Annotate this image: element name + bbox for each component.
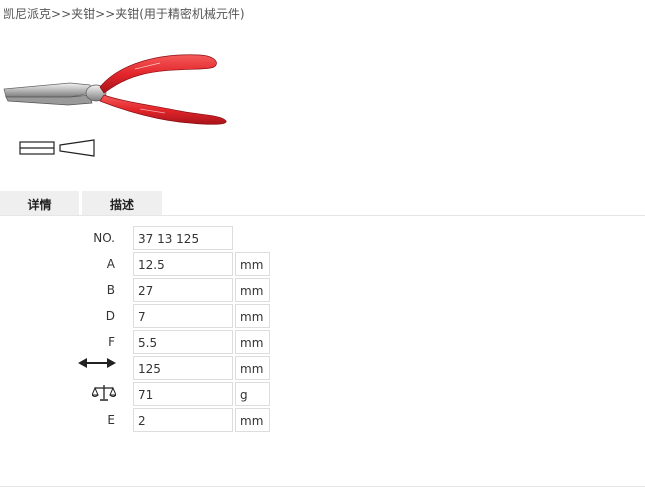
length-arrow-icon — [78, 358, 116, 368]
spec-value-f: 5.5 — [133, 330, 233, 354]
spec-label-f: F — [108, 335, 115, 349]
spec-value-e: 2 — [133, 408, 233, 432]
tab-details[interactable]: 详情 — [0, 191, 79, 215]
spec-unit-d: mm — [235, 304, 270, 328]
breadcrumb-separator: >> — [51, 7, 72, 21]
section-divider — [0, 486, 645, 487]
tab-bar: 详情 描述 — [0, 191, 645, 215]
product-image — [3, 54, 227, 125]
spec-label-no: NO. — [93, 231, 115, 245]
tab-divider — [0, 215, 645, 216]
spec-label-e: E — [107, 413, 115, 427]
jaw-profile-icon — [19, 139, 95, 157]
spec-value-length: 125 — [133, 356, 233, 380]
spec-value-d: 7 — [133, 304, 233, 328]
breadcrumb: 凯尼派克>>夹钳>>夹钳(用于精密机械元件) — [3, 5, 245, 22]
spec-label-a: A — [106, 257, 115, 271]
breadcrumb-link-category[interactable]: 夹钳 — [71, 7, 95, 21]
spec-label-d: D — [105, 309, 115, 323]
breadcrumb-separator: >> — [95, 7, 116, 21]
breadcrumb-link-brand[interactable]: 凯尼派克 — [3, 7, 51, 21]
scale-icon — [92, 385, 116, 401]
spec-unit-b: mm — [235, 278, 270, 302]
tab-description[interactable]: 描述 — [82, 191, 162, 215]
spec-value-a: 12.5 — [133, 252, 233, 276]
spec-unit-f: mm — [235, 330, 270, 354]
spec-label-b: B — [106, 283, 115, 297]
spec-unit-a: mm — [235, 252, 270, 276]
spec-unit-weight: g — [235, 382, 270, 406]
spec-value-b: 27 — [133, 278, 233, 302]
spec-unit-length: mm — [235, 356, 270, 380]
breadcrumb-current: 夹钳(用于精密机械元件) — [115, 7, 245, 21]
spec-unit-e: mm — [235, 408, 270, 432]
spec-value-weight: 71 — [133, 382, 233, 406]
spec-value-no: 37 13 125 — [133, 226, 233, 250]
